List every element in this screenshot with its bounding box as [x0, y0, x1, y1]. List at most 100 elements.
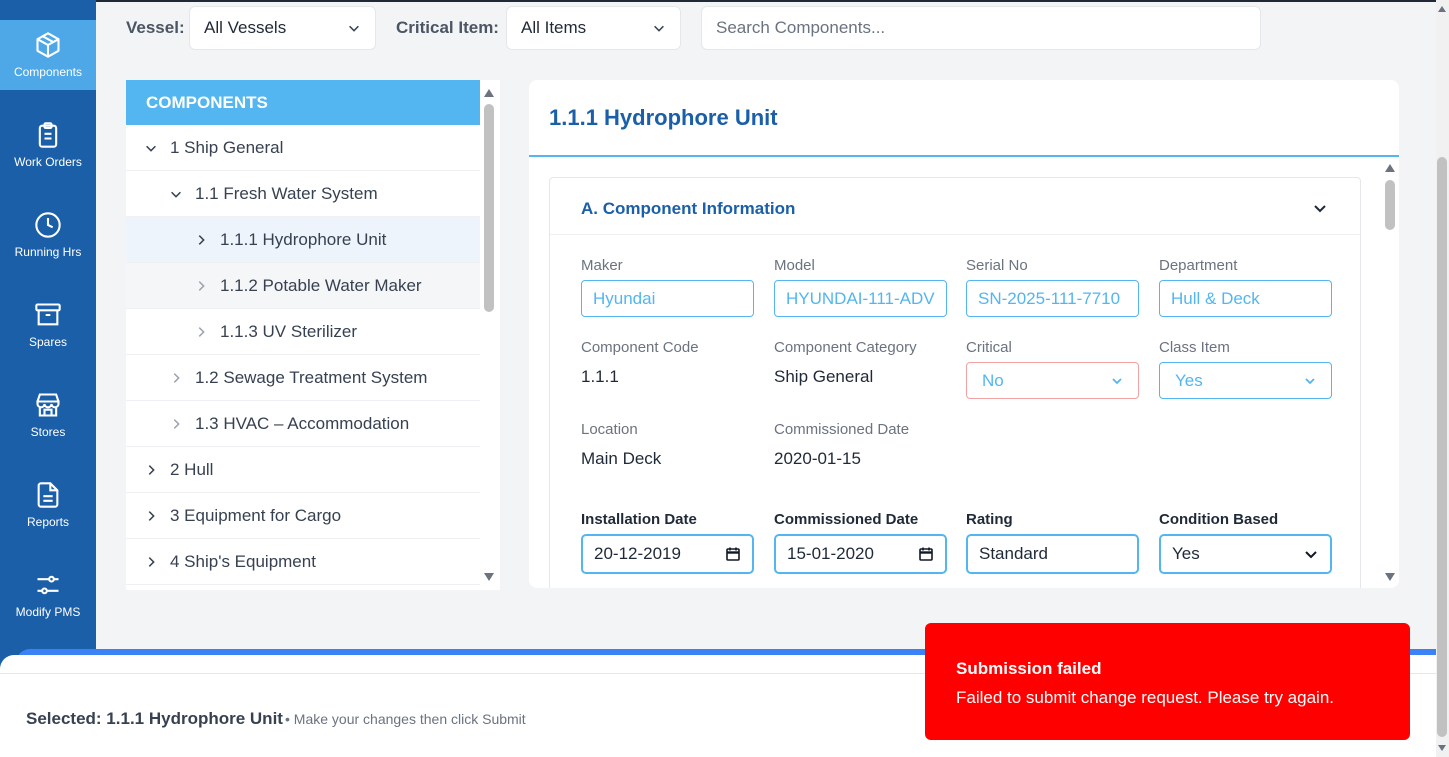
vessel-select[interactable]: All Vessels	[189, 6, 376, 50]
sidebar-item-label: Stores	[30, 425, 66, 439]
critical-item-select-value: All Items	[521, 18, 587, 37]
model-field[interactable]	[774, 280, 947, 317]
serial-no-label: Serial No	[966, 257, 1028, 274]
chevron-down-icon[interactable]	[1312, 200, 1328, 216]
commissioned-date-input[interactable]: 15-01-2020	[774, 534, 947, 574]
sliders-icon	[37, 575, 59, 595]
error-toast[interactable]: Submission failed Failed to submit chang…	[925, 623, 1410, 740]
tree-row-label: 1 Ship General	[170, 137, 284, 157]
vessel-select-value: All Vessels	[204, 18, 287, 37]
critical-select[interactable]: No	[966, 362, 1139, 399]
critical-select-value: No	[982, 370, 1004, 390]
sidebar-item-running-hrs[interactable]: Running Hrs	[0, 200, 96, 270]
chevron-right-icon[interactable]	[194, 279, 208, 293]
tree-row[interactable]: 1.3 HVAC – Accommodation	[126, 401, 480, 447]
vessel-label: Vessel:	[126, 18, 185, 37]
scroll-up-arrow-icon[interactable]	[1384, 163, 1396, 173]
scroll-down-arrow-icon[interactable]	[483, 572, 495, 582]
tree-row[interactable]: 1 Ship General	[126, 125, 480, 171]
sidebar-item-label: Spares	[28, 335, 68, 349]
condition-based-select[interactable]: Yes	[1159, 534, 1332, 574]
component-info-section: A. Component Information Maker Model Ser…	[549, 177, 1361, 588]
class-item-label: Class Item	[1159, 339, 1230, 356]
sidebar-item-spares[interactable]: Spares	[0, 290, 96, 360]
sidebar-item-components[interactable]: Components	[0, 20, 96, 90]
department-field[interactable]	[1159, 280, 1332, 317]
section-title: A. Component Information	[581, 199, 796, 218]
rating-value: Standard	[979, 544, 1048, 563]
sidebar: Components Work Orders Running Hrs Spare…	[0, 0, 96, 675]
chevron-right-icon[interactable]	[169, 371, 183, 385]
rating-label: Rating	[966, 511, 1013, 528]
tree-row[interactable]: 1.1 Fresh Water System	[126, 171, 480, 217]
toast-message: Failed to submit change request. Please …	[956, 688, 1334, 707]
tree-row-label: 3 Equipment for Cargo	[170, 505, 342, 525]
critical-item-label: Critical Item:	[396, 18, 499, 37]
detail-scroll-thumb[interactable]	[1385, 180, 1395, 230]
sidebar-item-modify-pms[interactable]: Modify PMS	[0, 560, 96, 630]
tree-row-label: 1.1.3 UV Sterilizer	[220, 321, 357, 341]
component-code-label: Component Code	[581, 339, 699, 356]
tree-row[interactable]: 2 Hull	[126, 447, 480, 493]
tree-row[interactable]: 4 Ship's Equipment	[126, 539, 480, 585]
condition-based-value: Yes	[1172, 544, 1200, 563]
critical-label: Critical	[966, 339, 1012, 356]
tree-row-label: 4 Ship's Equipment	[170, 551, 316, 571]
component-code-value: 1.1.1	[581, 367, 619, 386]
chevron-down-icon	[654, 25, 664, 32]
rating-field[interactable]: Standard	[966, 534, 1139, 574]
toast-title: Submission failed	[956, 659, 1102, 678]
installation-date-input[interactable]: 20-12-2019	[581, 534, 754, 574]
chevron-down-icon[interactable]	[169, 187, 183, 201]
store-icon	[36, 393, 60, 417]
search-input[interactable]	[701, 6, 1261, 50]
clipboard-icon	[38, 122, 58, 148]
location-value: Main Deck	[581, 449, 662, 468]
class-item-select[interactable]: Yes	[1159, 362, 1332, 399]
chevron-down-icon	[349, 25, 359, 32]
clock-icon	[35, 212, 61, 238]
scroll-up-arrow-icon[interactable]	[1437, 4, 1447, 14]
calendar-icon[interactable]	[725, 546, 741, 562]
serial-no-field[interactable]	[966, 280, 1139, 317]
tree-row-label: 1.1.1 Hydrophore Unit	[220, 229, 387, 249]
sidebar-item-work-orders[interactable]: Work Orders	[0, 110, 96, 180]
chevron-right-icon[interactable]	[144, 555, 158, 569]
chevron-right-icon[interactable]	[169, 417, 183, 431]
tree-row[interactable]: 1.1.2 Potable Water Maker	[126, 263, 480, 309]
top-border	[0, 0, 1449, 2]
section-header[interactable]: A. Component Information	[550, 178, 1360, 235]
critical-item-select[interactable]: All Items	[506, 6, 681, 50]
sidebar-item-label: Modify PMS	[15, 605, 81, 619]
sidebar-item-label: Components	[13, 65, 83, 79]
chevron-right-icon[interactable]	[194, 325, 208, 339]
chevron-down-icon[interactable]	[144, 141, 158, 155]
commissioned-date-label: Commissioned Date	[774, 421, 910, 438]
tree-row[interactable]: 3 Equipment for Cargo	[126, 493, 480, 539]
tree-row[interactable]: 1.2 Sewage Treatment System	[126, 355, 480, 401]
maker-field[interactable]	[581, 280, 754, 317]
tree-row-selected[interactable]: 1.1.1 Hydrophore Unit	[126, 217, 480, 263]
commissioned-date-value: 2020-01-15	[774, 449, 861, 468]
location-label: Location	[581, 421, 638, 438]
chevron-right-icon[interactable]	[194, 233, 208, 247]
chevron-down-icon	[1305, 551, 1317, 559]
chevron-right-icon[interactable]	[144, 463, 158, 477]
tree-header: COMPONENTS	[126, 80, 480, 125]
scroll-down-arrow-icon[interactable]	[1384, 572, 1396, 582]
scroll-down-arrow-icon[interactable]	[1437, 743, 1447, 753]
sidebar-item-reports[interactable]: Reports	[0, 470, 96, 540]
installation-date-label: Installation Date	[581, 511, 697, 528]
sidebar-item-stores[interactable]: Stores	[0, 380, 96, 450]
selected-component-label: Selected: 1.1.1 Hydrophore Unit	[26, 709, 283, 728]
file-text-icon	[37, 482, 59, 508]
chevron-right-icon[interactable]	[144, 509, 158, 523]
chevron-down-icon	[1112, 377, 1122, 384]
page-scroll-thumb[interactable]	[1437, 157, 1447, 737]
calendar-icon[interactable]	[918, 546, 934, 562]
scroll-up-arrow-icon[interactable]	[483, 88, 495, 98]
tree-scroll-thumb[interactable]	[484, 104, 494, 312]
tree-row-label: 1.2 Sewage Treatment System	[195, 367, 428, 387]
tree-row[interactable]: 1.1.3 UV Sterilizer	[126, 309, 480, 355]
component-category-label: Component Category	[774, 339, 917, 356]
